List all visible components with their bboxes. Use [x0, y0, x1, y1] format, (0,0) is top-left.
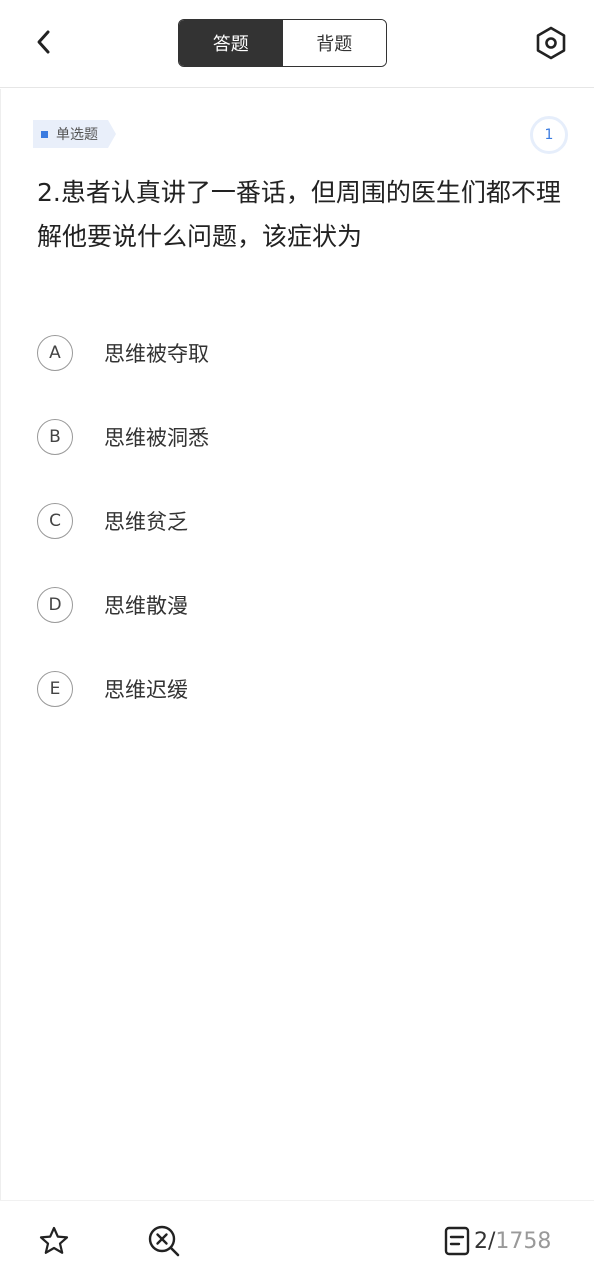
option-b[interactable]: B 思维被洞悉	[37, 395, 567, 479]
tab-recite[interactable]: 背题	[282, 20, 386, 66]
option-text: 思维被洞悉	[104, 426, 209, 450]
search-close-icon	[148, 1225, 180, 1257]
option-text: 思维被夺取	[104, 342, 209, 366]
star-icon	[39, 1226, 69, 1254]
tab-answer[interactable]: 答题	[179, 20, 283, 66]
option-text: 思维迟缓	[104, 678, 188, 702]
option-letter: B	[37, 419, 73, 455]
option-letter: E	[37, 671, 73, 707]
question-type-label: 单选题	[56, 127, 98, 143]
question-type-tag: 单选题	[33, 120, 116, 148]
hexagon-settings-icon	[536, 26, 566, 60]
answer-sheet-icon	[444, 1226, 470, 1256]
option-e[interactable]: E 思维迟缓	[37, 647, 567, 731]
settings-button[interactable]	[530, 22, 572, 64]
option-letter: A	[37, 335, 73, 371]
progress-separator: /	[488, 1228, 496, 1254]
option-text: 思维散漫	[104, 594, 188, 618]
current-question-number: 2	[474, 1228, 488, 1254]
quiz-page: 答题 背题 单选题 1 2.患者认真讲了一番话，但周围的医生们都不理解他要说什么…	[0, 0, 594, 1280]
answer-sheet-button[interactable]: 2 / 1758	[444, 1223, 551, 1259]
option-a[interactable]: A 思维被夺取	[37, 311, 567, 395]
question-text: 2.患者认真讲了一番话，但周围的医生们都不理解他要说什么问题，该症状为	[37, 178, 561, 251]
option-c[interactable]: C 思维贫乏	[37, 479, 567, 563]
favorite-button[interactable]	[36, 1223, 72, 1259]
top-bar: 答题 背题	[0, 0, 594, 88]
back-button[interactable]	[26, 24, 62, 60]
chevron-left-icon	[37, 30, 50, 54]
question-count-badge[interactable]: 1	[530, 116, 568, 154]
option-letter: C	[37, 503, 73, 539]
bottom-toolbar: 2 / 1758	[0, 1200, 594, 1280]
options-list: A 思维被夺取 B 思维被洞悉 C 思维贫乏 D 思维散漫 E 思维迟缓	[37, 311, 567, 731]
tag-marker	[41, 130, 48, 138]
remove-button[interactable]	[146, 1223, 182, 1259]
option-letter: D	[37, 587, 73, 623]
option-text: 思维贫乏	[104, 510, 188, 534]
total-question-count: 1758	[495, 1228, 552, 1254]
question-area: 单选题 1 2.患者认真讲了一番话，但周围的医生们都不理解他要说什么问题，该症状…	[0, 89, 594, 1200]
option-d[interactable]: D 思维散漫	[37, 563, 567, 647]
mode-segmented-control: 答题 背题	[178, 19, 387, 67]
